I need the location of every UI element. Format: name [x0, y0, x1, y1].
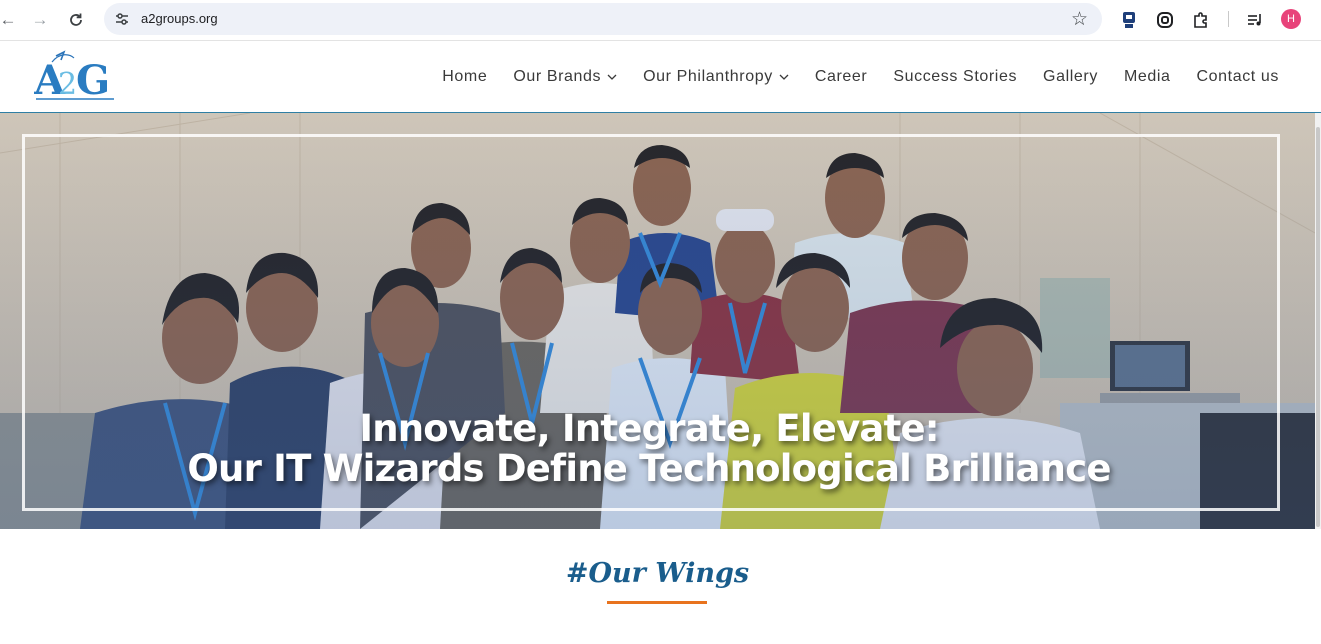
- bookmark-star-icon[interactable]: ☆: [1071, 8, 1088, 31]
- scrollbar-thumb[interactable]: [1316, 127, 1320, 527]
- chevron-down-icon: [607, 74, 617, 80]
- url-text[interactable]: a2groups.org: [141, 11, 218, 26]
- nav-success-stories[interactable]: Success Stories: [893, 68, 1017, 86]
- puzzle-icon[interactable]: [1190, 9, 1212, 31]
- main-nav: Home Our Brands Our Philanthropy Career …: [416, 42, 1279, 112]
- copilot-icon[interactable]: [1154, 9, 1176, 31]
- forward-icon[interactable]: →: [28, 8, 52, 32]
- back-icon[interactable]: ←: [0, 8, 20, 32]
- profile-avatar[interactable]: H: [1281, 9, 1301, 29]
- hero-heading-line2: Our IT Wizards Define Technological Bril…: [187, 447, 1111, 490]
- a2g-logo[interactable]: A 2 G: [33, 50, 118, 104]
- nav-our-brands[interactable]: Our Brands: [513, 68, 617, 86]
- reload-icon[interactable]: [64, 8, 88, 32]
- nav-career[interactable]: Career: [815, 68, 868, 86]
- toolbar-divider: [1228, 11, 1229, 27]
- nav-our-philanthropy[interactable]: Our Philanthropy: [643, 68, 789, 86]
- media-queue-icon[interactable]: [1244, 9, 1266, 31]
- section-title: #Our Wings: [565, 558, 750, 589]
- nav-gallery[interactable]: Gallery: [1043, 68, 1098, 86]
- section-title-underline: [607, 601, 707, 604]
- site-settings-icon[interactable]: [112, 9, 132, 29]
- chevron-down-icon: [779, 74, 789, 80]
- hero-heading-line1: Innovate, Integrate, Elevate:: [359, 407, 939, 450]
- svg-text:G: G: [76, 57, 110, 104]
- svg-text:2: 2: [58, 67, 77, 102]
- browser-toolbar: ← → a2groups.org ☆ H: [0, 0, 1321, 41]
- hero-heading: Innovate, Integrate, Elevate: Our IT Wiz…: [0, 409, 1298, 489]
- site-header: A 2 G Home Our Brands Our Philanthropy C…: [0, 42, 1321, 113]
- nav-contact-us[interactable]: Contact us: [1197, 68, 1279, 86]
- nav-home[interactable]: Home: [442, 68, 487, 86]
- hero-banner: Innovate, Integrate, Elevate: Our IT Wiz…: [0, 113, 1315, 529]
- extension-icon[interactable]: [1118, 9, 1140, 31]
- address-bar[interactable]: a2groups.org ☆: [104, 3, 1102, 35]
- nav-media[interactable]: Media: [1124, 68, 1171, 86]
